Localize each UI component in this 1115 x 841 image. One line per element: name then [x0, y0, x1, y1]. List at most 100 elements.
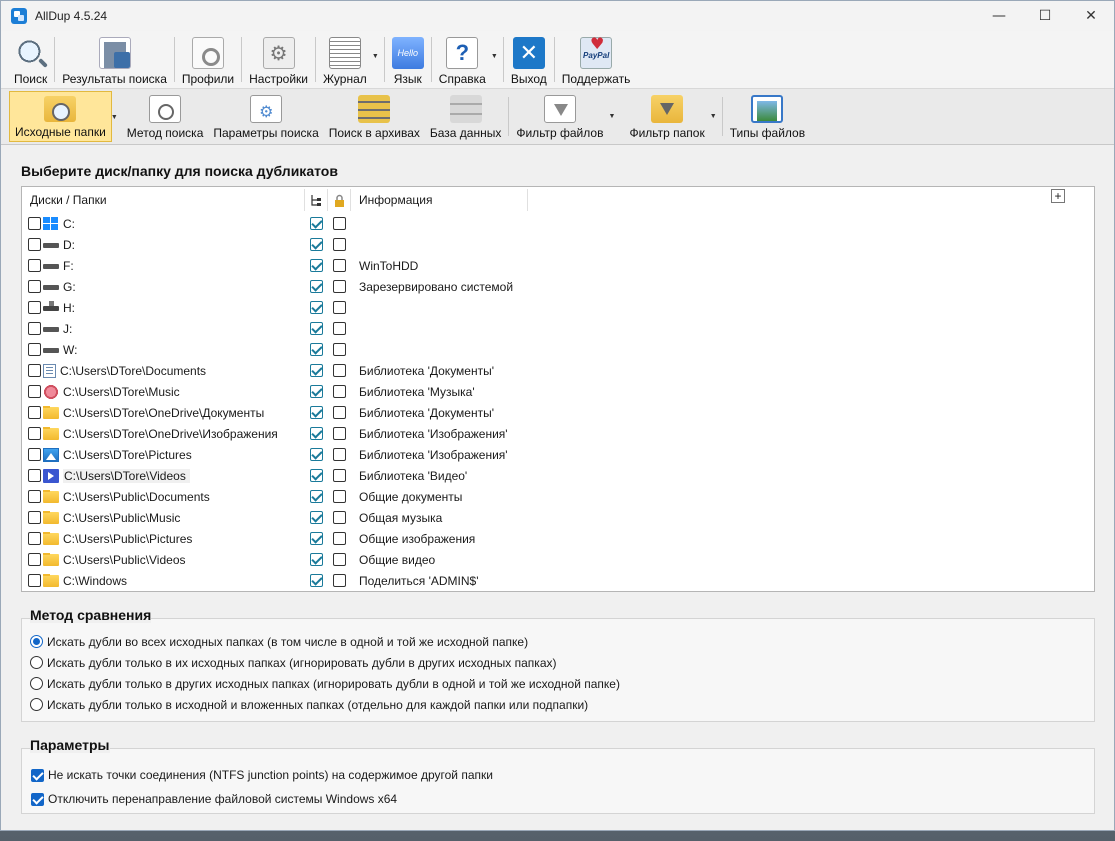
include-subfolders-checkbox[interactable] — [309, 322, 323, 335]
folder-select-checkbox[interactable] — [28, 385, 41, 398]
archive-search-tab[interactable]: Поиск в архивах — [324, 91, 425, 142]
exit-button[interactable]: ✕ Выход — [506, 31, 552, 88]
include-subfolders-checkbox[interactable] — [309, 406, 323, 419]
folder-row[interactable]: D: — [22, 234, 1094, 255]
settings-button[interactable]: Настройки — [244, 31, 313, 88]
include-subfolders-checkbox[interactable] — [309, 364, 323, 377]
folder-row[interactable]: W: — [22, 339, 1094, 360]
folder-select-checkbox[interactable] — [28, 532, 41, 545]
folder-row[interactable]: G: Зарезервировано системой — [22, 276, 1094, 297]
include-subfolders-checkbox[interactable] — [309, 511, 323, 524]
include-subfolders-checkbox[interactable] — [309, 469, 323, 482]
folder-row[interactable]: C:\Users\DTore\OneDrive\Изображения Библ… — [22, 423, 1094, 444]
folder-select-checkbox[interactable] — [28, 511, 41, 524]
parameter-option[interactable]: Не искать точки соединения (NTFS junctio… — [31, 763, 1094, 787]
folder-row[interactable]: F: WinToHDD — [22, 255, 1094, 276]
include-subfolders-checkbox[interactable] — [309, 574, 323, 587]
folder-select-checkbox[interactable] — [28, 280, 41, 293]
protect-folder-checkbox[interactable] — [332, 238, 346, 251]
protect-folder-checkbox[interactable] — [332, 364, 346, 377]
parameter-option[interactable]: Отключить перенаправление файловой систе… — [31, 787, 1094, 811]
folder-row[interactable]: C:\Users\DTore\Pictures Библиотека 'Изоб… — [22, 444, 1094, 465]
protect-folder-checkbox[interactable] — [332, 280, 346, 293]
source-folders-dropdown-arrow-icon[interactable]: ▼ — [111, 114, 118, 121]
folder-select-checkbox[interactable] — [28, 343, 41, 356]
lock-icon[interactable] — [328, 194, 350, 207]
include-subfolders-checkbox[interactable] — [309, 385, 323, 398]
folder-row[interactable]: C:\Users\DTore\Videos Библиотека 'Видео' — [22, 465, 1094, 486]
folder-row[interactable]: C:\Users\Public\Pictures Общие изображен… — [22, 528, 1094, 549]
radio-button[interactable] — [30, 698, 43, 711]
column-header-info[interactable]: Информация — [351, 193, 527, 207]
file-filter-tab[interactable]: Фильтр файлов ▼ — [511, 91, 615, 142]
protect-folder-checkbox[interactable] — [332, 343, 346, 356]
compare-method-option[interactable]: Искать дубли только в их исходных папках… — [30, 652, 1094, 673]
folder-row[interactable]: C:\Users\Public\Documents Общие документ… — [22, 486, 1094, 507]
protect-folder-checkbox[interactable] — [332, 574, 346, 587]
protect-folder-checkbox[interactable] — [332, 532, 346, 545]
folder-row[interactable]: C:\Windows Поделиться 'ADMIN$' — [22, 570, 1094, 591]
include-subfolders-checkbox[interactable] — [309, 490, 323, 503]
compare-method-option[interactable]: Искать дубли только в исходной и вложенн… — [30, 694, 1094, 715]
folder-select-checkbox[interactable] — [28, 322, 41, 335]
folder-list[interactable]: Диски / Папки Информация + C: D: F: WinT… — [21, 186, 1095, 592]
folder-select-checkbox[interactable] — [28, 238, 41, 251]
radio-button[interactable] — [30, 656, 43, 669]
protect-folder-checkbox[interactable] — [332, 385, 346, 398]
folder-select-checkbox[interactable] — [28, 469, 41, 482]
folder-select-checkbox[interactable] — [28, 406, 41, 419]
include-subfolders-checkbox[interactable] — [309, 238, 323, 251]
radio-button[interactable] — [30, 677, 43, 690]
maximize-button[interactable]: ☐ — [1022, 1, 1068, 31]
protect-folder-checkbox[interactable] — [332, 490, 346, 503]
include-subfolders-checkbox[interactable] — [309, 553, 323, 566]
folder-select-checkbox[interactable] — [28, 364, 41, 377]
parameter-checkbox[interactable] — [31, 792, 44, 806]
folder-select-checkbox[interactable] — [28, 490, 41, 503]
protect-folder-checkbox[interactable] — [332, 553, 346, 566]
folder-row[interactable]: C:\Users\DTore\Music Библиотека 'Музыка' — [22, 381, 1094, 402]
folder-select-checkbox[interactable] — [28, 553, 41, 566]
folder-select-checkbox[interactable] — [28, 427, 41, 440]
include-subfolders-checkbox[interactable] — [309, 448, 323, 461]
folder-filter-dropdown-arrow-icon[interactable]: ▼ — [710, 113, 717, 120]
include-subfolders-checkbox[interactable] — [309, 532, 323, 545]
folder-select-checkbox[interactable] — [28, 259, 41, 272]
add-folder-button[interactable]: + — [1051, 189, 1065, 203]
folder-row[interactable]: C:\Users\Public\Music Общая музыка — [22, 507, 1094, 528]
help-button[interactable]: ? Справка ▼ — [434, 31, 498, 88]
include-subfolders-checkbox[interactable] — [309, 301, 323, 314]
protect-folder-checkbox[interactable] — [332, 448, 346, 461]
protect-folder-checkbox[interactable] — [332, 511, 346, 524]
include-subfolders-checkbox[interactable] — [309, 343, 323, 356]
search-params-tab[interactable]: Параметры поиска — [208, 91, 323, 142]
search-results-button[interactable]: Результаты поиска — [57, 31, 172, 88]
folder-row[interactable]: C:\Users\DTore\Documents Библиотека 'Док… — [22, 360, 1094, 381]
file-filter-dropdown-arrow-icon[interactable]: ▼ — [609, 113, 616, 120]
include-subfolders-checkbox[interactable] — [309, 217, 323, 230]
compare-method-option[interactable]: Искать дубли только в других исходных па… — [30, 673, 1094, 694]
radio-button[interactable] — [30, 635, 43, 648]
help-dropdown-arrow-icon[interactable]: ▼ — [491, 53, 498, 60]
include-subfolders-checkbox[interactable] — [309, 280, 323, 293]
database-tab[interactable]: База данных — [425, 91, 506, 142]
support-button[interactable]: Поддержать — [557, 31, 636, 88]
include-subfolders-checkbox[interactable] — [309, 427, 323, 440]
subfolders-icon[interactable] — [305, 194, 327, 207]
protect-folder-checkbox[interactable] — [332, 322, 346, 335]
log-dropdown-arrow-icon[interactable]: ▼ — [372, 53, 379, 60]
protect-folder-checkbox[interactable] — [332, 259, 346, 272]
log-button[interactable]: Журнал ▼ — [318, 31, 379, 88]
protect-folder-checkbox[interactable] — [332, 427, 346, 440]
folder-row[interactable]: C:\Users\Public\Videos Общие видео — [22, 549, 1094, 570]
protect-folder-checkbox[interactable] — [332, 406, 346, 419]
folder-select-checkbox[interactable] — [28, 301, 41, 314]
folder-row[interactable]: H: — [22, 297, 1094, 318]
folder-row[interactable]: J: — [22, 318, 1094, 339]
search-button[interactable]: Поиск — [9, 31, 52, 88]
source-folders-tab[interactable]: Исходные папки ▼ — [9, 91, 118, 142]
folder-row[interactable]: C:\Users\DTore\OneDrive\Документы Библио… — [22, 402, 1094, 423]
close-button[interactable]: ✕ — [1068, 1, 1114, 31]
compare-method-option[interactable]: Искать дубли во всех исходных папках (в … — [30, 631, 1094, 652]
parameter-checkbox[interactable] — [31, 768, 44, 782]
